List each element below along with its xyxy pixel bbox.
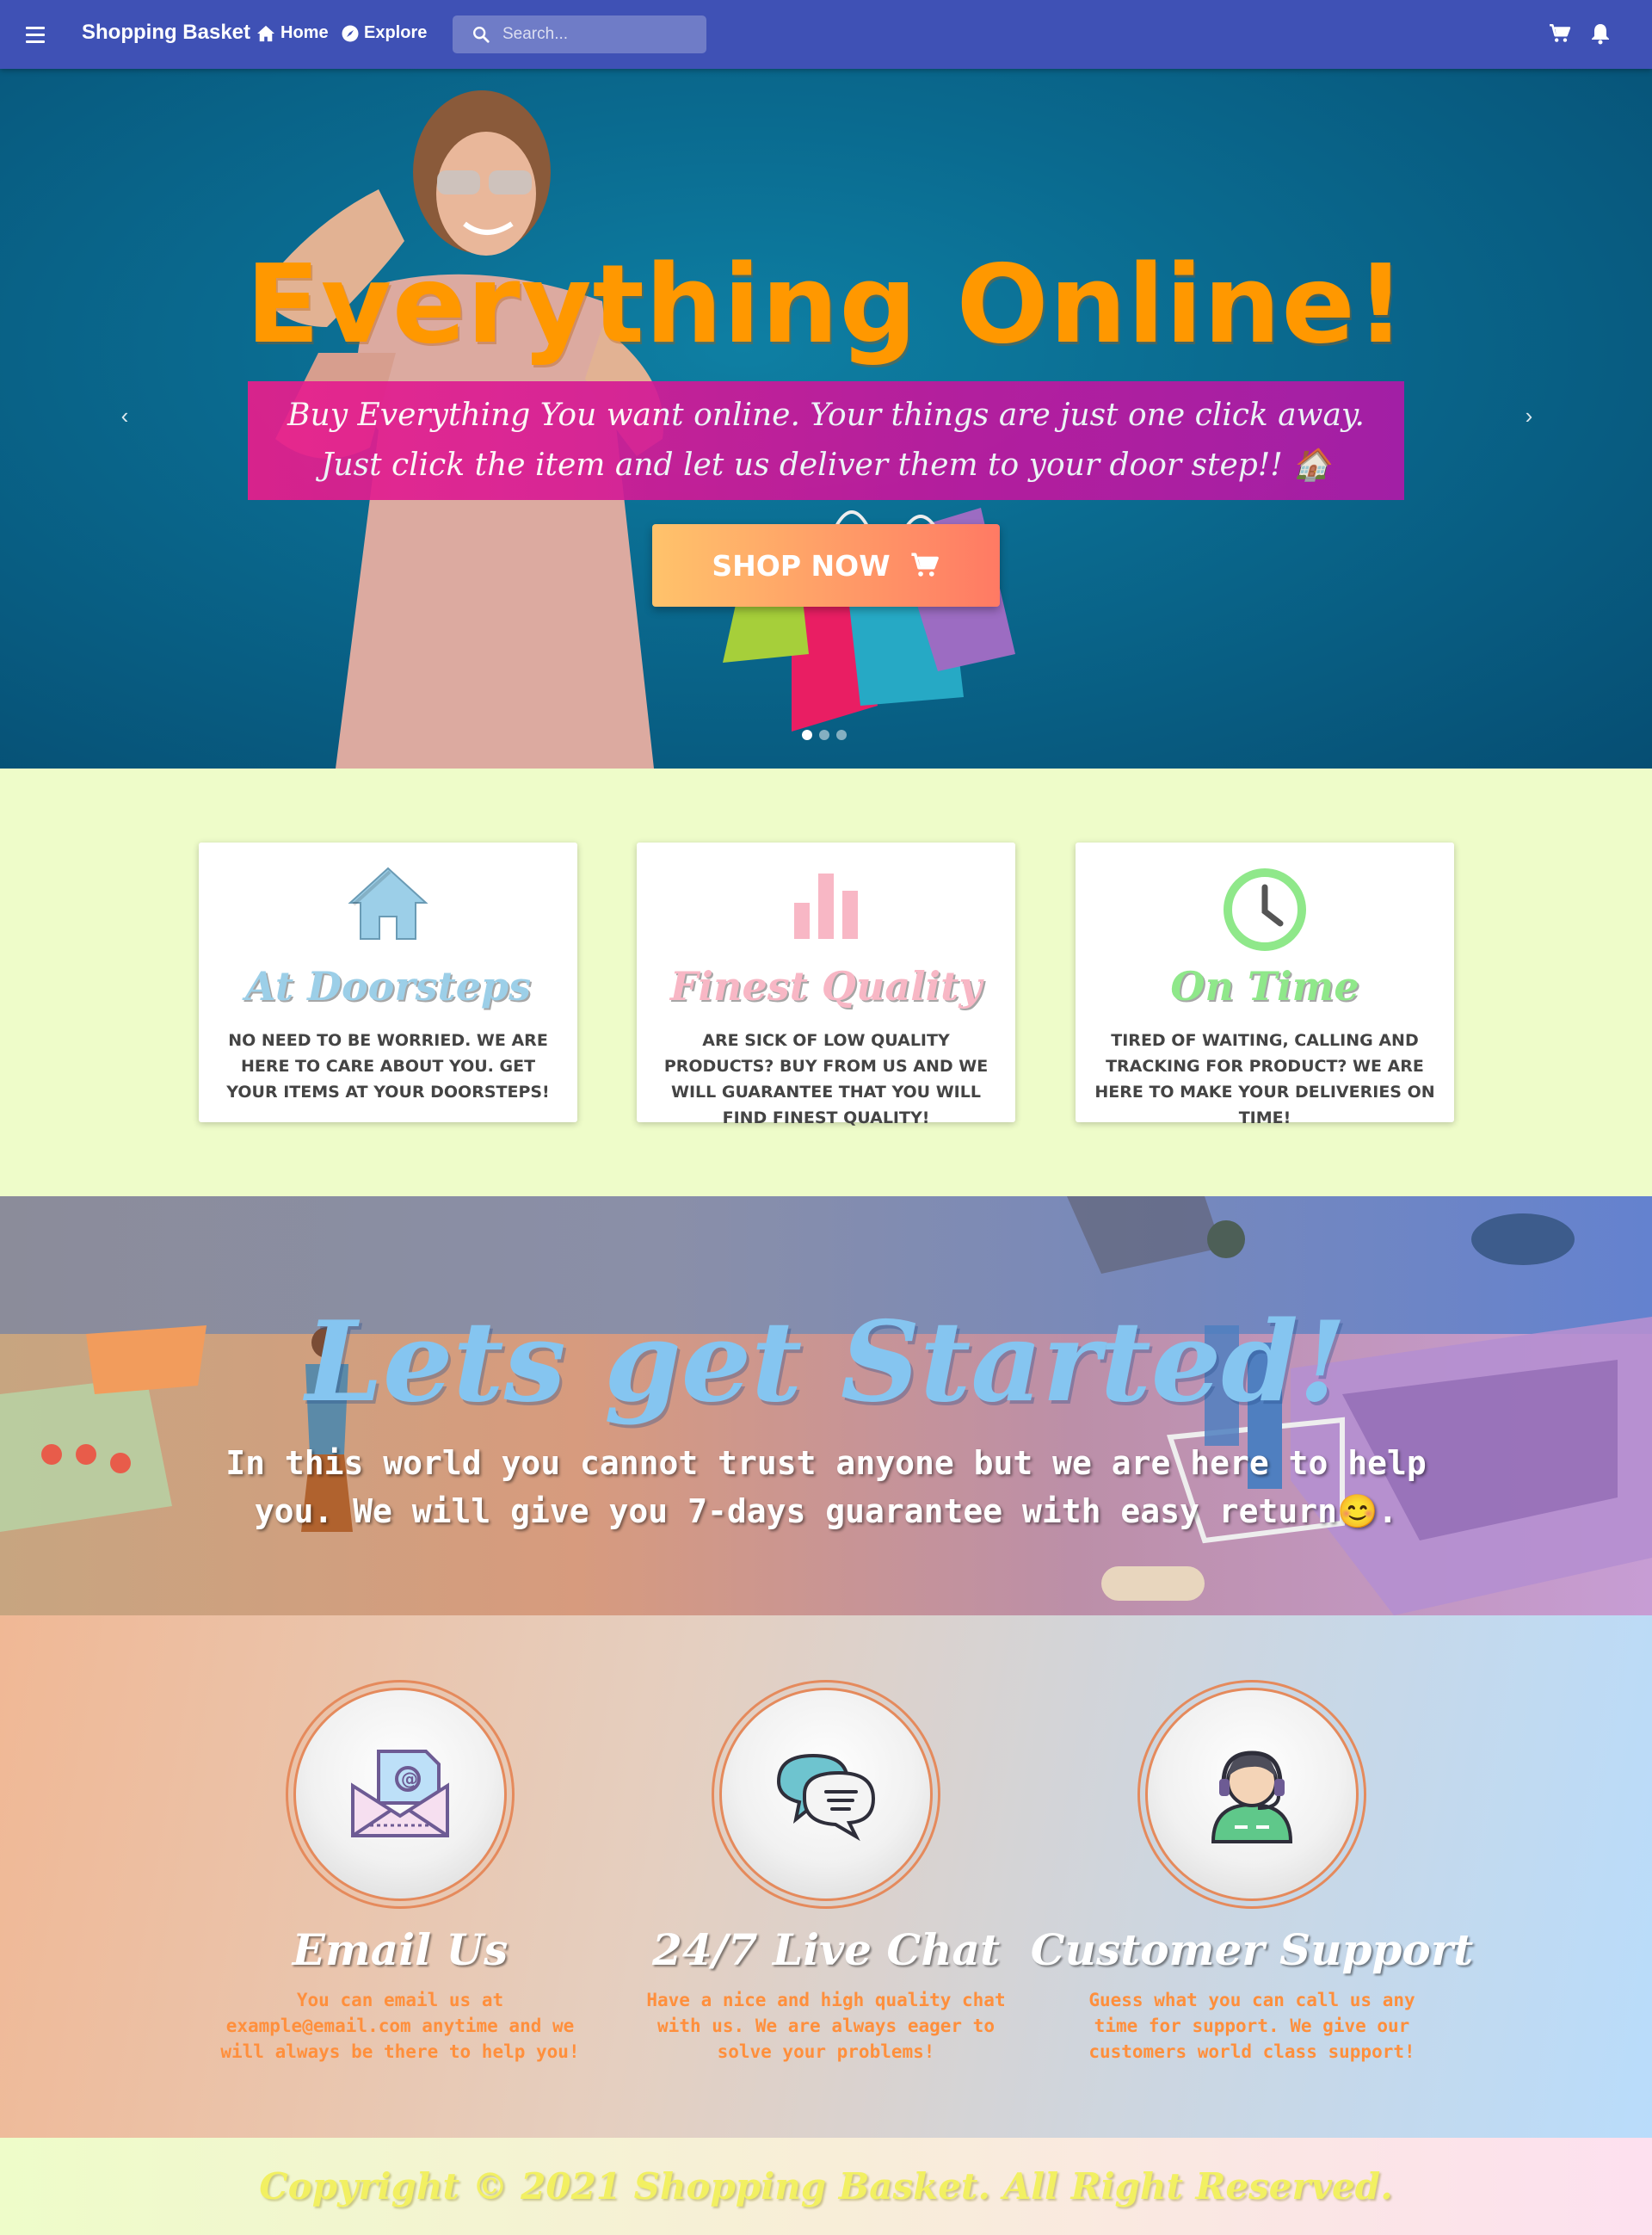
clock-icon <box>1224 868 1306 951</box>
contact-title: 24/7 Live Chat <box>651 1924 1001 1975</box>
carousel-dot[interactable] <box>819 730 829 740</box>
cart-icon <box>911 553 939 577</box>
search-bar[interactable] <box>453 15 706 53</box>
features-section: At Doorsteps No need to be worried. We a… <box>0 769 1652 1196</box>
feature-description: Are sick of low quality products? Buy fr… <box>663 1031 989 1127</box>
hero-description: Buy Everything You want online. Your thi… <box>248 381 1404 500</box>
chat-circle[interactable] <box>712 1680 940 1909</box>
home-icon <box>348 867 428 940</box>
hero-title: Everything Online! <box>245 241 1407 367</box>
support-agent-icon <box>1211 1750 1293 1843</box>
feature-title: Finest Quality <box>669 963 983 1009</box>
notification-bell-icon[interactable] <box>1587 21 1613 46</box>
contact-description: Have a nice and high quality chat with u… <box>646 1990 1006 2062</box>
carousel-dot[interactable] <box>802 730 812 740</box>
feature-card-ontime: On Time Tired of waiting, calling and tr… <box>1076 843 1454 1127</box>
home-icon <box>257 25 274 41</box>
menu-icon[interactable] <box>26 22 50 46</box>
top-navbar: Shopping Basket Home Explore <box>0 0 1652 69</box>
cart-icon[interactable] <box>1547 21 1573 46</box>
search-icon <box>473 27 490 43</box>
carousel-dot[interactable] <box>836 730 847 740</box>
nav-explore-label: Explore <box>364 23 428 42</box>
feature-description: No need to be worried. We are here to ca… <box>226 1031 550 1102</box>
contact-customer-support: Customer Support Guess what you can call… <box>1028 1680 1476 2065</box>
svg-text:@: @ <box>401 1769 418 1789</box>
feature-description: Tired of waiting, calling and tracking f… <box>1094 1031 1435 1127</box>
copyright-text: Copyright © 2021 Shopping Basket. All Ri… <box>259 2165 1393 2207</box>
contact-title: Email Us <box>292 1924 509 1975</box>
carousel-prev-arrow[interactable]: ‹ <box>112 403 138 429</box>
carousel-indicators <box>802 730 847 740</box>
contact-live-chat: 24/7 Live Chat Have a nice and high qual… <box>602 1680 1050 2065</box>
contact-description: Guess what you can call us any time for … <box>1088 1990 1415 2062</box>
feature-card-quality: Finest Quality Are sick of low quality p… <box>637 843 1015 1127</box>
brand-title[interactable]: Shopping Basket <box>82 21 250 45</box>
nav-home-link[interactable]: Home <box>256 23 329 43</box>
contact-section: @ Email Us You can email us at example@e… <box>0 1615 1652 2138</box>
contact-description: You can email us at example@email.com an… <box>220 1990 580 2062</box>
footer: Copyright © 2021 Shopping Basket. All Ri… <box>0 2138 1652 2235</box>
contact-title: Customer Support <box>1030 1924 1474 1975</box>
get-started-title: Lets get Started! <box>305 1298 1347 1427</box>
email-circle[interactable]: @ <box>286 1680 515 1909</box>
shop-now-button[interactable]: SHOP NOW <box>652 524 1000 607</box>
search-input[interactable] <box>502 25 692 44</box>
nav-explore-link[interactable]: Explore <box>342 23 427 43</box>
chat-icon <box>776 1753 876 1842</box>
carousel-next-arrow[interactable]: › <box>1516 403 1542 429</box>
feature-title: At Doorsteps <box>244 963 532 1009</box>
support-circle[interactable] <box>1137 1680 1366 1909</box>
bar-chart-icon <box>794 874 858 939</box>
compass-icon <box>342 25 359 41</box>
hero-carousel: Everything Online! Buy Everything You wa… <box>0 69 1652 769</box>
feature-card-doorsteps: At Doorsteps No need to be worried. We a… <box>199 843 577 1122</box>
email-icon: @ <box>351 1750 449 1837</box>
contact-email: @ Email Us You can email us at example@e… <box>176 1680 624 2065</box>
get-started-section: Lets get Started! In this world you cann… <box>0 1196 1652 1615</box>
nav-home-label: Home <box>280 23 329 42</box>
get-started-description: In this world you cannot trust anyone bu… <box>225 1444 1427 1530</box>
shop-now-label: SHOP NOW <box>712 548 891 583</box>
feature-title: On Time <box>1170 963 1359 1009</box>
